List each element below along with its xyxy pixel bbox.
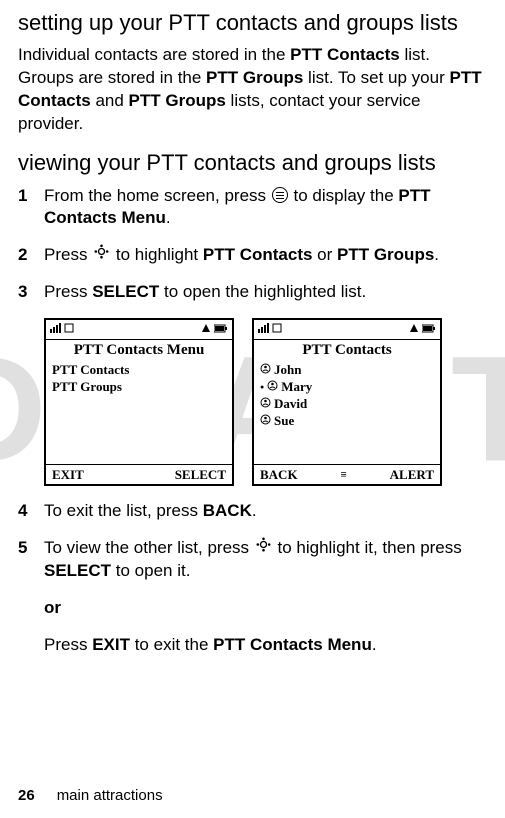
- contact-name: Sue: [274, 413, 294, 430]
- text: to open the highlighted list.: [159, 282, 366, 301]
- list-item: David: [260, 396, 434, 413]
- phone-screen-contacts: PTT Contacts John ●Mary David Sue BACK ≡…: [252, 318, 442, 486]
- contact-icon: [260, 396, 271, 413]
- bold-ptt-groups: PTT Groups: [337, 245, 434, 264]
- text: to open it.: [111, 561, 190, 580]
- signal-icon: [258, 323, 269, 336]
- text: to highlight it, then press: [273, 538, 462, 557]
- phone-screen-menu: PTT Contacts Menu PTT Contacts PTT Group…: [44, 318, 234, 486]
- contact-icon: [267, 379, 278, 396]
- page-footer: 26 main attractions: [18, 787, 163, 804]
- text: .: [166, 208, 171, 227]
- exit-instruction: Press EXIT to exit the PTT Contacts Menu…: [18, 634, 487, 657]
- intro-paragraph: Individual contacts are stored in the PT…: [18, 44, 487, 136]
- nav-key-icon: [256, 536, 271, 559]
- status-icon: [64, 323, 74, 336]
- bold-exit: EXIT: [92, 635, 130, 654]
- bold-ptt-groups-2: PTT Groups: [129, 91, 226, 110]
- bold-ptt-contacts: PTT Contacts: [203, 245, 313, 264]
- screen-body: PTT Contacts PTT Groups: [46, 360, 232, 464]
- text: To exit the list, press: [44, 501, 203, 520]
- list-item: ●Mary: [260, 379, 434, 396]
- step-number: 1: [18, 185, 44, 231]
- contact-name: John: [274, 362, 301, 379]
- softkey-right: ALERT: [390, 467, 434, 483]
- step-5: 5 To view the other list, press to highl…: [18, 537, 487, 583]
- list-item: PTT Groups: [52, 379, 226, 396]
- text: .: [252, 501, 257, 520]
- battery-icon: [422, 324, 436, 336]
- screen-title: PTT Contacts: [254, 340, 440, 360]
- contact-name: Mary: [281, 379, 312, 396]
- text: From the home screen, press: [44, 186, 271, 205]
- list-item: PTT Contacts: [52, 362, 226, 379]
- text: to display the: [289, 186, 399, 205]
- softkey-right: SELECT: [175, 467, 226, 483]
- status-icon: [201, 323, 211, 336]
- contact-icon: [260, 413, 271, 430]
- heading-viewing: viewing your PTT contacts and groups lis…: [18, 150, 487, 176]
- text: Press: [44, 245, 92, 264]
- bold-ptt-groups: PTT Groups: [206, 68, 303, 87]
- screen-title: PTT Contacts Menu: [46, 340, 232, 360]
- step-1: 1 From the home screen, press to display…: [18, 185, 487, 231]
- menu-key-icon: [272, 187, 288, 203]
- step-number: 3: [18, 281, 44, 304]
- bold-back: BACK: [203, 501, 252, 520]
- screen-body: John ●Mary David Sue: [254, 360, 440, 464]
- or-separator: or: [18, 597, 487, 620]
- page-number: 26: [18, 787, 35, 804]
- status-icon: [409, 323, 419, 336]
- contact-name: David: [274, 396, 307, 413]
- bold-select: SELECT: [92, 282, 159, 301]
- bold-ptt-contacts-menu: PTT Contacts Menu: [213, 635, 372, 654]
- text: list. To set up your: [303, 68, 449, 87]
- softkeys: BACK ≡ ALERT: [254, 464, 440, 484]
- step-2: 2 Press to highlight PTT Contacts or PTT…: [18, 244, 487, 267]
- step-number: 5: [18, 537, 44, 583]
- section-name: main attractions: [57, 787, 163, 804]
- status-bar: [254, 320, 440, 340]
- list-item: John: [260, 362, 434, 379]
- step-number: 4: [18, 500, 44, 523]
- steps-list: 1 From the home screen, press to display…: [18, 185, 487, 305]
- bold-ptt-contacts: PTT Contacts: [290, 45, 400, 64]
- step-4: 4 To exit the list, press BACK.: [18, 500, 487, 523]
- text: Press: [44, 282, 92, 301]
- text: .: [372, 635, 377, 654]
- text: .: [434, 245, 439, 264]
- text: to highlight: [111, 245, 203, 264]
- steps-list-continued: 4 To exit the list, press BACK. 5 To vie…: [18, 500, 487, 583]
- battery-icon: [214, 324, 228, 336]
- softkey-left: BACK: [260, 467, 298, 483]
- or-label: or: [44, 598, 61, 617]
- heading-setup: setting up your PTT contacts and groups …: [18, 10, 487, 36]
- status-bar: [46, 320, 232, 340]
- text: or: [312, 245, 337, 264]
- softkey-left: EXIT: [52, 467, 84, 483]
- text: to exit the: [130, 635, 213, 654]
- text: and: [91, 91, 129, 110]
- bold-select: SELECT: [44, 561, 111, 580]
- list-item: Sue: [260, 413, 434, 430]
- text: Press: [44, 635, 92, 654]
- status-icon: [272, 323, 282, 336]
- text: Individual contacts are stored in the: [18, 45, 290, 64]
- contact-icon: [260, 362, 271, 379]
- nav-key-icon: [94, 243, 109, 266]
- signal-icon: [50, 323, 61, 336]
- text: To view the other list, press: [44, 538, 254, 557]
- step-3: 3 Press SELECT to open the highlighted l…: [18, 281, 487, 304]
- step-number: 2: [18, 244, 44, 267]
- softkey-middle-icon: ≡: [340, 469, 346, 481]
- phone-screenshots: PTT Contacts Menu PTT Contacts PTT Group…: [44, 318, 487, 486]
- softkeys: EXIT SELECT: [46, 464, 232, 484]
